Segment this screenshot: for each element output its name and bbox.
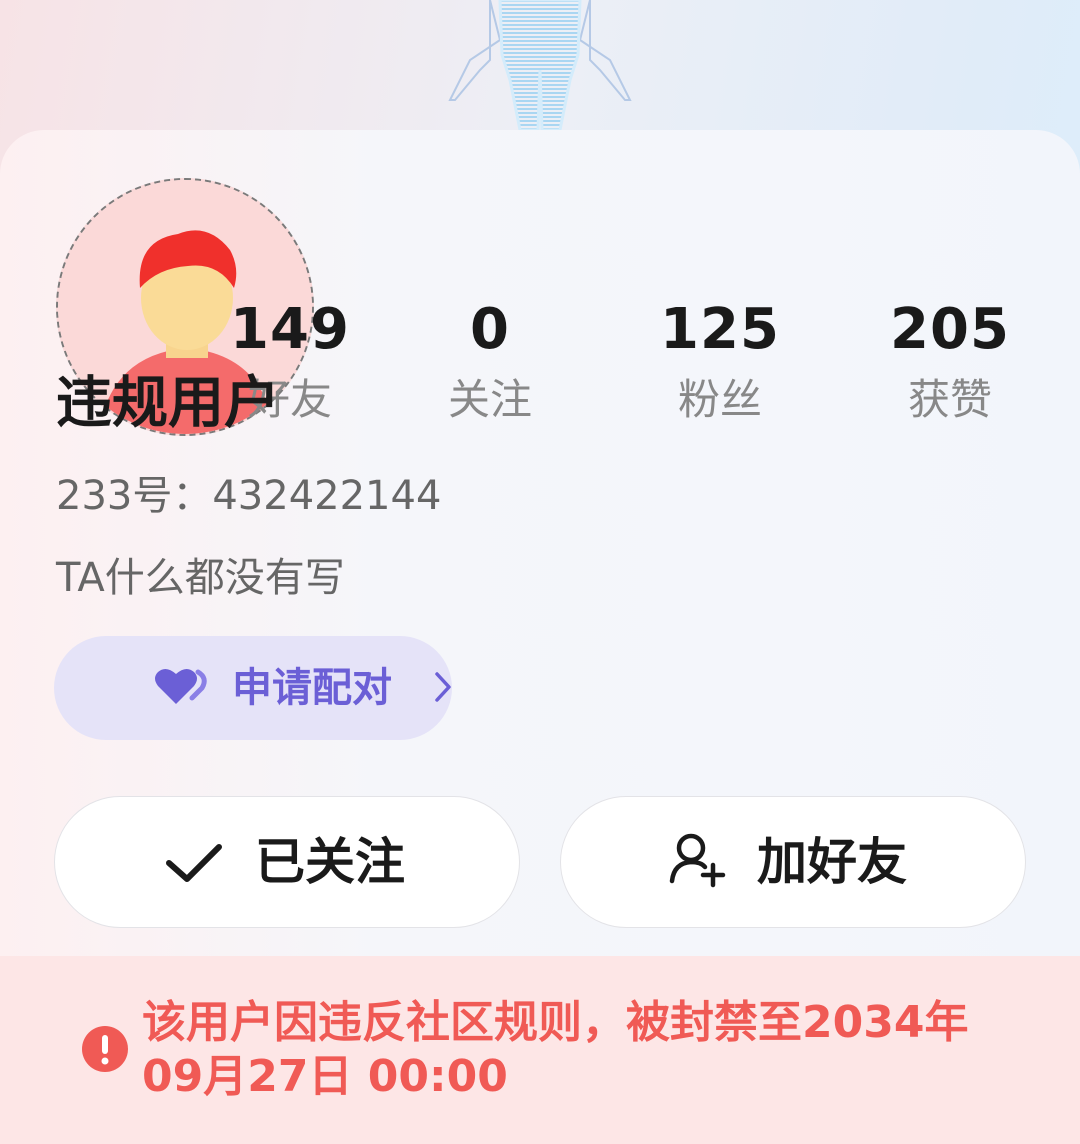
- profile-card: 149 好友 0 关注 125 粉丝 205 获赞 违规用户 233号：4324…: [0, 130, 1080, 1144]
- add-user-icon: [669, 833, 726, 888]
- check-icon: [166, 844, 222, 882]
- stat-fans[interactable]: 125 粉丝: [620, 298, 820, 426]
- stat-following-label: 关注: [447, 375, 532, 424]
- following-button[interactable]: 已关注: [54, 796, 520, 928]
- following-label: 已关注: [255, 833, 405, 891]
- profile-name: 违规用户: [56, 371, 280, 436]
- apply-pair-button[interactable]: 申请配对: [54, 636, 452, 740]
- stat-following[interactable]: 0 关注: [390, 298, 590, 426]
- chevron-right-icon: [435, 672, 451, 702]
- ban-notice-text: 该用户因违反社区规则，被封禁至2034年09月27日 00:00: [142, 997, 969, 1102]
- hologram-figure-image: [448, 0, 632, 132]
- stats-bar: 149 好友 0 关注 125 粉丝 205 获赞: [190, 298, 1070, 438]
- apply-pair-label: 申请配对: [232, 665, 392, 711]
- ban-notice-banner: 该用户因违反社区规则，被封禁至2034年09月27日 00:00: [0, 956, 1080, 1144]
- stat-likes-label: 获赞: [907, 375, 992, 424]
- stat-fans-label: 粉丝: [677, 375, 762, 424]
- stat-friends-value: 149: [230, 297, 350, 362]
- exclamation-icon: [82, 1026, 128, 1072]
- heart-icon: [155, 668, 207, 704]
- add-friend-label: 加好友: [757, 833, 907, 891]
- stat-likes[interactable]: 205 获赞: [850, 298, 1050, 426]
- stat-following-value: 0: [470, 297, 510, 362]
- add-friend-button[interactable]: 加好友: [560, 796, 1026, 928]
- stat-likes-value: 205: [890, 297, 1010, 362]
- stat-fans-value: 125: [660, 297, 780, 362]
- profile-uid[interactable]: 233号：432422144: [56, 472, 441, 520]
- profile-bio: TA什么都没有写: [56, 555, 345, 601]
